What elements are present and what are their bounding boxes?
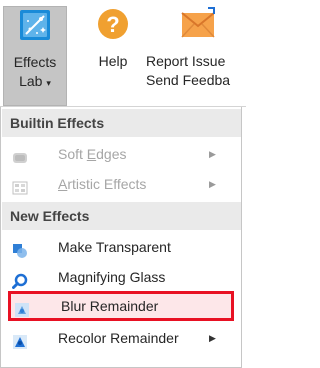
envelope-icon: [180, 6, 216, 42]
section-header-builtin-effects: Builtin Effects: [2, 109, 241, 137]
menu-item-magnifying-glass[interactable]: Magnifying Glass: [2, 262, 241, 292]
send-feedback-label: Send Feedba: [146, 72, 231, 88]
effects-lab-label-line2: Lab: [19, 73, 43, 89]
help-icon: ?: [95, 6, 131, 42]
effects-lab-label-line1: Effects: [13, 54, 57, 70]
menu-item-recolor-remainder[interactable]: Recolor Remainder ▶: [2, 323, 241, 353]
report-issue-label: Report Issue: [146, 53, 226, 69]
effects-lab-icon: [17, 7, 53, 43]
effects-lab-dropdown-menu: Builtin Effects Soft Edges ▶ Artistic Ef…: [0, 107, 242, 368]
transparency-icon: [12, 239, 28, 258]
menu-item-blur-remainder[interactable]: Blur Remainder: [8, 291, 234, 321]
artistic-effects-icon: [12, 176, 28, 195]
ribbon: Effects Lab ▾ ? Help Report Issue Send F…: [0, 0, 246, 107]
menu-item-make-transparent[interactable]: Make Transparent: [2, 232, 241, 262]
blur-icon: [14, 298, 30, 317]
chevron-down-icon: ▾: [46, 78, 51, 88]
menu-item-artistic-effects[interactable]: Artistic Effects ▶: [2, 169, 241, 199]
submenu-arrow-icon: ▶: [209, 149, 216, 159]
magnifier-icon: [12, 269, 28, 289]
report-issue-button[interactable]: Report Issue Send Feedba: [142, 6, 252, 90]
help-label: Help: [98, 53, 128, 69]
soft-edges-icon: [12, 146, 28, 163]
effects-lab-button[interactable]: Effects Lab ▾: [3, 6, 67, 106]
recolor-icon: [12, 330, 28, 349]
section-header-new-effects: New Effects: [2, 202, 241, 230]
menu-item-soft-edges[interactable]: Soft Edges ▶: [2, 139, 241, 169]
submenu-arrow-icon: ▶: [209, 333, 216, 343]
help-button[interactable]: ? Help: [88, 6, 138, 71]
svg-text:?: ?: [106, 12, 119, 37]
submenu-arrow-icon: ▶: [209, 179, 216, 189]
